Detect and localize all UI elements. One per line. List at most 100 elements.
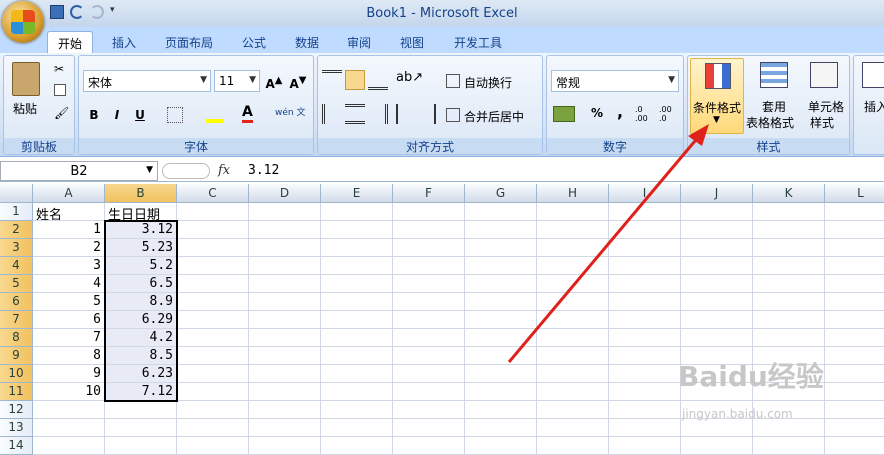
cell-h1[interactable] (537, 203, 609, 221)
cell-k3[interactable] (753, 239, 825, 257)
cell-l7[interactable] (825, 311, 884, 329)
redo-icon[interactable] (90, 5, 104, 19)
cell-l3[interactable] (825, 239, 884, 257)
column-header-k[interactable]: K (753, 184, 825, 203)
cell-c13[interactable] (177, 419, 249, 437)
cell-e11[interactable] (321, 383, 393, 401)
cell-e7[interactable] (321, 311, 393, 329)
format-as-table-label-1[interactable]: 套用 (762, 98, 786, 115)
tab-insert[interactable]: 插入 (104, 31, 144, 53)
cell-h2[interactable] (537, 221, 609, 239)
italic-button[interactable]: I (106, 104, 128, 126)
bold-button[interactable]: B (83, 104, 105, 126)
font-color-icon[interactable]: A (242, 104, 253, 123)
cell-d5[interactable] (249, 275, 321, 293)
cell-b9[interactable]: 8.5 (105, 347, 177, 365)
cell-l4[interactable] (825, 257, 884, 275)
cell-d14[interactable] (249, 437, 321, 455)
cell-j7[interactable] (681, 311, 753, 329)
cell-k5[interactable] (753, 275, 825, 293)
column-header-d[interactable]: D (249, 184, 321, 203)
cell-i14[interactable] (609, 437, 681, 455)
cell-a10[interactable]: 9 (33, 365, 105, 383)
increase-decimal-button[interactable]: .0 .00 (635, 105, 655, 123)
cell-b3[interactable]: 5.23 (105, 239, 177, 257)
cell-a2[interactable]: 1 (33, 221, 105, 239)
cell-i6[interactable] (609, 293, 681, 311)
cell-g7[interactable] (465, 311, 537, 329)
cell-e1[interactable] (321, 203, 393, 221)
cell-l12[interactable] (825, 401, 884, 419)
cell-i11[interactable] (609, 383, 681, 401)
cell-a4[interactable]: 3 (33, 257, 105, 275)
cell-g3[interactable] (465, 239, 537, 257)
shrink-font-icon[interactable]: A▼ (287, 70, 309, 92)
cell-j8[interactable] (681, 329, 753, 347)
cell-b1[interactable]: 生日日期 (105, 203, 177, 221)
office-button[interactable] (2, 1, 44, 43)
cell-styles-icon[interactable] (810, 62, 838, 88)
font-size-combo[interactable]: 11 ▼ (214, 70, 260, 92)
column-header-i[interactable]: I (609, 184, 681, 203)
align-top-icon[interactable] (322, 70, 342, 90)
cell-d2[interactable] (249, 221, 321, 239)
save-icon[interactable] (50, 5, 64, 19)
column-header-b[interactable]: B (105, 184, 177, 203)
cell-b5[interactable]: 6.5 (105, 275, 177, 293)
cell-d9[interactable] (249, 347, 321, 365)
cell-c4[interactable] (177, 257, 249, 275)
formula-input[interactable]: 3.12 (248, 163, 279, 178)
cell-c14[interactable] (177, 437, 249, 455)
cell-i10[interactable] (609, 365, 681, 383)
insert-cells-button[interactable]: 插入 (864, 98, 884, 115)
align-center-icon[interactable] (345, 104, 365, 124)
cell-f2[interactable] (393, 221, 465, 239)
cell-l10[interactable] (825, 365, 884, 383)
cell-b8[interactable]: 4.2 (105, 329, 177, 347)
cell-d7[interactable] (249, 311, 321, 329)
cell-e9[interactable] (321, 347, 393, 365)
cell-k2[interactable] (753, 221, 825, 239)
phonetic-button[interactable]: wén 文 (275, 105, 305, 118)
cell-h3[interactable] (537, 239, 609, 257)
cell-h4[interactable] (537, 257, 609, 275)
column-header-a[interactable]: A (33, 184, 105, 203)
cell-c8[interactable] (177, 329, 249, 347)
cell-b7[interactable]: 6.29 (105, 311, 177, 329)
row-header-8[interactable]: 8 (0, 329, 33, 347)
cell-g10[interactable] (465, 365, 537, 383)
cell-d3[interactable] (249, 239, 321, 257)
cell-f3[interactable] (393, 239, 465, 257)
cell-g8[interactable] (465, 329, 537, 347)
cell-c2[interactable] (177, 221, 249, 239)
conditional-formatting-button[interactable]: 条件格式 ▼ (690, 58, 744, 134)
cell-h14[interactable] (537, 437, 609, 455)
row-header-3[interactable]: 3 (0, 239, 33, 257)
cell-l11[interactable] (825, 383, 884, 401)
cell-d10[interactable] (249, 365, 321, 383)
row-header-4[interactable]: 4 (0, 257, 33, 275)
cell-l13[interactable] (825, 419, 884, 437)
cell-c11[interactable] (177, 383, 249, 401)
tab-review[interactable]: 审阅 (339, 31, 379, 53)
cell-a8[interactable]: 7 (33, 329, 105, 347)
orientation-icon[interactable]: ab↗ (396, 70, 423, 90)
cell-c6[interactable] (177, 293, 249, 311)
cell-c5[interactable] (177, 275, 249, 293)
cell-h7[interactable] (537, 311, 609, 329)
cell-f5[interactable] (393, 275, 465, 293)
paste-button[interactable]: 粘贴 (13, 100, 37, 117)
row-header-2[interactable]: 2 (0, 221, 33, 239)
cell-styles-label-1[interactable]: 单元格 (808, 98, 844, 115)
number-format-combo[interactable]: 常规 ▼ (551, 70, 679, 92)
cell-g6[interactable] (465, 293, 537, 311)
formula-bar-grip[interactable] (162, 163, 210, 179)
cell-g13[interactable] (465, 419, 537, 437)
row-header-5[interactable]: 5 (0, 275, 33, 293)
row-header-1[interactable]: 1 (0, 203, 33, 221)
cell-i5[interactable] (609, 275, 681, 293)
cell-e13[interactable] (321, 419, 393, 437)
cell-e6[interactable] (321, 293, 393, 311)
cut-icon[interactable]: ✂ (54, 62, 64, 76)
column-header-e[interactable]: E (321, 184, 393, 203)
